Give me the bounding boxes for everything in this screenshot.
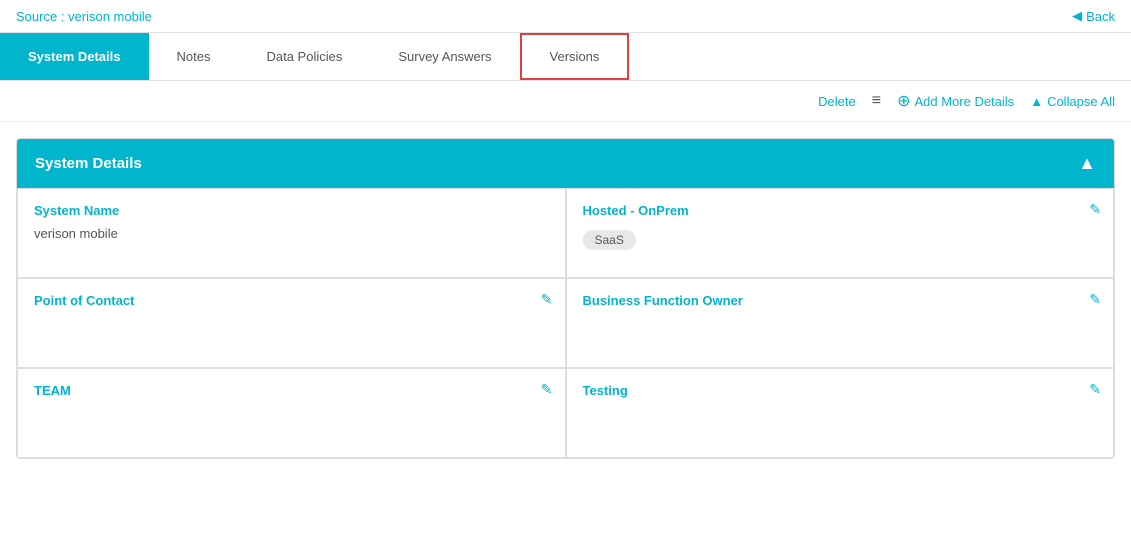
card-hosted-onprem: Hosted - OnPrem SaaS ✎: [566, 188, 1115, 278]
collapse-all-button[interactable]: ▲ Collapse All: [1030, 94, 1115, 109]
collapse-label: Collapse All: [1047, 94, 1115, 109]
plus-icon: ⊕: [897, 91, 910, 111]
tab-system-details[interactable]: System Details: [0, 33, 149, 80]
delete-button[interactable]: Delete: [818, 94, 856, 109]
tab-data-policies[interactable]: Data Policies: [238, 33, 370, 80]
card-edit-icon-team[interactable]: ✎: [541, 381, 553, 398]
card-title-team: TEAM: [34, 383, 549, 398]
section-collapse-icon[interactable]: ▲: [1078, 153, 1096, 174]
card-value-system-name: verison mobile: [34, 226, 549, 241]
menu-icon[interactable]: ≡: [872, 92, 881, 110]
tab-versions[interactable]: Versions: [520, 33, 630, 80]
section-header: System Details ▲: [17, 139, 1114, 188]
top-bar: Source : verison mobile ◀ Back: [0, 0, 1131, 33]
card-point-of-contact: Point of Contact✎: [17, 278, 566, 368]
card-title-testing: Testing: [583, 383, 1098, 398]
card-edit-icon-business-function-owner[interactable]: ✎: [1089, 291, 1101, 308]
card-title-system-name: System Name: [34, 203, 549, 218]
card-badge-hosted-onprem: SaaS: [583, 230, 636, 250]
card-edit-icon-testing[interactable]: ✎: [1089, 381, 1101, 398]
cards-grid: System Name verison mobile Hosted - OnPrem…: [17, 188, 1114, 458]
card-edit-icon-point-of-contact[interactable]: ✎: [541, 291, 553, 308]
tabs-bar: System Details Notes Data Policies Surve…: [0, 33, 1131, 81]
add-more-details-button[interactable]: ⊕ Add More Details: [897, 91, 1014, 111]
card-team: TEAM✎: [17, 368, 566, 458]
card-edit-icon-hosted-onprem[interactable]: ✎: [1089, 201, 1101, 218]
source-link[interactable]: Source : verison mobile: [16, 9, 152, 24]
system-details-panel: System Details ▲ System Name verison mobi…: [16, 138, 1115, 459]
add-more-label: Add More Details: [914, 94, 1014, 109]
card-title-point-of-contact: Point of Contact: [34, 293, 549, 308]
card-testing: Testing✎: [566, 368, 1115, 458]
card-system-name: System Name verison mobile: [17, 188, 566, 278]
collapse-icon: ▲: [1030, 94, 1043, 109]
card-business-function-owner: Business Function Owner✎: [566, 278, 1115, 368]
section-title: System Details: [35, 155, 142, 172]
back-icon: ◀: [1072, 8, 1082, 24]
tab-survey-answers[interactable]: Survey Answers: [370, 33, 519, 80]
card-title-business-function-owner: Business Function Owner: [583, 293, 1098, 308]
toolbar: Delete ≡ ⊕ Add More Details ▲ Collapse A…: [0, 81, 1131, 122]
tab-notes[interactable]: Notes: [149, 33, 239, 80]
card-title-hosted-onprem: Hosted - OnPrem: [583, 203, 1098, 218]
back-label: Back: [1086, 9, 1115, 24]
back-button[interactable]: ◀ Back: [1072, 8, 1115, 24]
